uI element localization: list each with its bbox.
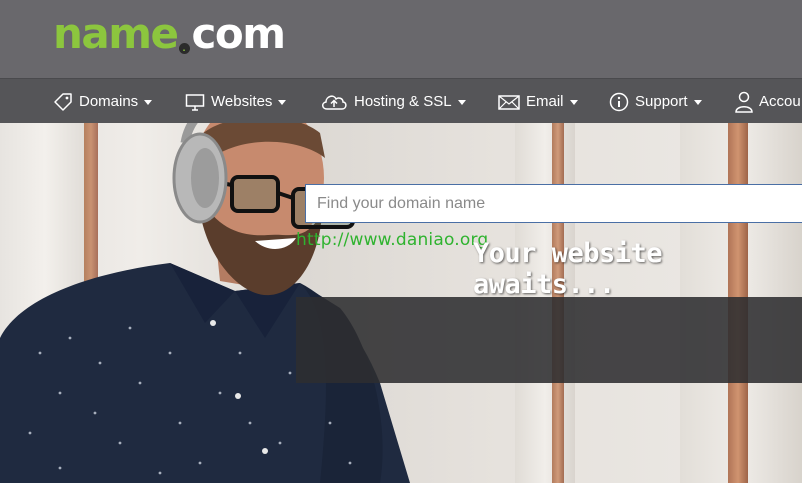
nav-item-domains[interactable]: Domains	[53, 79, 153, 124]
nav-item-support[interactable]: Support	[609, 79, 702, 124]
tag-icon	[54, 92, 72, 111]
domain-search-input[interactable]	[305, 184, 802, 223]
logo-name-text: name	[53, 9, 179, 58]
envelope-icon	[498, 94, 520, 110]
nav-label-account: Accou	[759, 93, 801, 110]
nav-label-support: Support	[635, 93, 688, 110]
nav-label-hosting-ssl: Hosting & SSL	[354, 93, 452, 110]
chevron-down-icon	[569, 100, 578, 105]
nav-item-websites[interactable]: Websites	[185, 79, 287, 124]
nav-label-websites: Websites	[211, 93, 273, 110]
monitor-icon	[185, 93, 205, 111]
search-panel	[296, 297, 802, 383]
hero-headline: Your website awaits...	[473, 238, 663, 300]
watermark-text: http://www.daniao.org	[296, 230, 489, 250]
user-icon	[735, 91, 753, 113]
cloud-upload-icon	[322, 94, 347, 110]
chevron-down-icon	[144, 100, 153, 105]
chevron-down-icon	[278, 100, 287, 105]
nav-label-email: Email	[526, 93, 564, 110]
name-com-logo[interactable]: name. com	[53, 9, 287, 59]
logo-com-text: com	[191, 9, 287, 58]
chevron-down-icon	[457, 100, 466, 105]
hero-banner: http://www.daniao.org Your website await…	[0, 123, 802, 483]
chevron-down-icon	[693, 100, 702, 105]
site-header: name. com	[0, 0, 802, 78]
nav-label-domains: Domains	[79, 93, 139, 110]
main-nav: Domains Websites Hosting & SSL Email Sup…	[0, 78, 802, 124]
nav-item-email[interactable]: Email	[498, 79, 578, 124]
nav-item-hosting-ssl[interactable]: Hosting & SSL	[320, 79, 466, 124]
info-icon	[609, 92, 629, 111]
logo-dot-icon: .	[178, 43, 190, 54]
nav-item-account[interactable]: Accou	[735, 79, 801, 124]
